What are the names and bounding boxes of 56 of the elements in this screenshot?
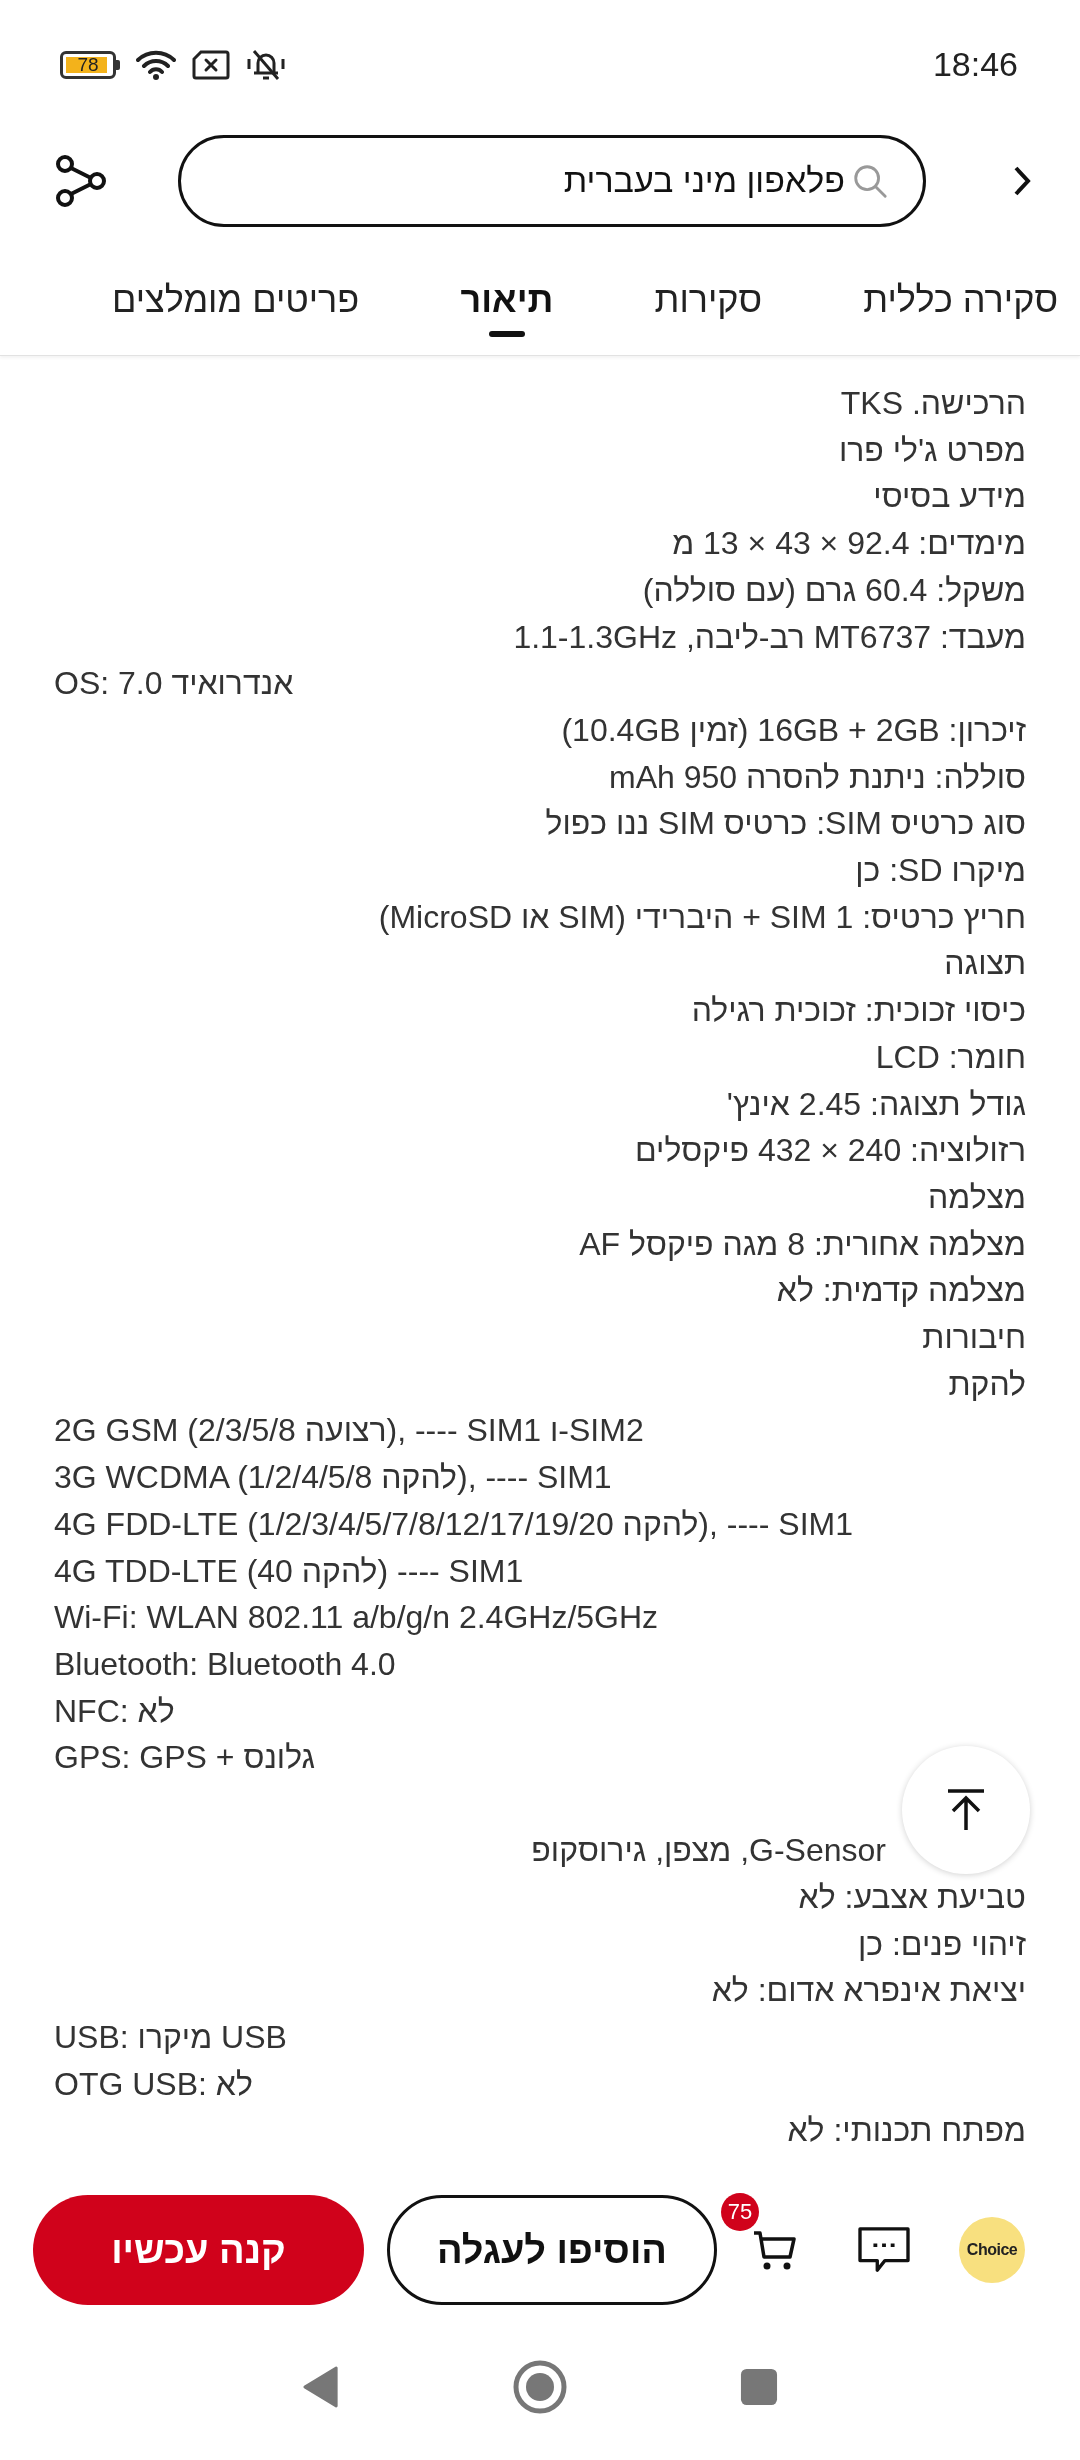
spec-line: מפרט ג'לי פרו [838,431,1026,468]
cart-icon[interactable] [752,2229,798,2271]
choice-badge[interactable]: Choice [959,2217,1025,2283]
share-icon[interactable] [54,153,108,208]
spec-line: מפתח תכנותי: לא [787,2112,1026,2149]
wifi-icon [136,48,176,81]
battery-level: 78 [77,55,99,74]
spec-line: רזולוציה: 240 × 432 פיקסלים [635,1132,1026,1169]
spec-line: 4G TDD-LTE (40 להקה) ---- SIM1 [54,1552,524,1589]
spec-line: הרכישה. TKS [840,385,1026,421]
spec-line: 3G WCDMA (1/2/4/5/8 להקה), ---- SIM1 [54,1459,612,1496]
spec-line: מעבד: MT6737 רב-ליבה, 1.1-1.3GHz [513,618,1026,655]
spec-line: זיכרון: 16GB + 2GB (זמין 10.4GB) [561,711,1026,748]
spec-line: Bluetooth: Bluetooth 4.0 [54,1646,396,1682]
spec-line: מצלמה קדמית: לא [776,1272,1026,1309]
spec-line: GPS: GPS + גלונס [54,1739,315,1776]
spec-line: 4G FDD-LTE (1/2/3/4/5/7/8/12/17/19/20 להקה), ---- SIM1 [54,1505,853,1542]
spec-line: להקת [948,1365,1026,1402]
spec-line: מצלמה [928,1178,1026,1215]
spec-line: יציאת אינפרא אדום: לא [711,1972,1026,2009]
spec-line: משקל: 60.4 גרם (עם סוללה) [642,571,1026,608]
spec-line: סוג כרטיס SIM: כרטיס SIM ננו כפול [545,805,1026,842]
spec-line: USB: מיקרו USB [54,2018,287,2055]
spec-line: גודל תצוגה: 2.45 אינץ' [726,1085,1026,1122]
spec-line: G-Sensor, מצפן, גירוסקופ [531,1832,886,1869]
back-icon[interactable] [302,2364,340,2410]
chat-icon[interactable] [856,2226,912,2274]
add-to-cart-button[interactable]: הוסיפו לעגלה [387,2195,717,2305]
tab[interactable]: סקירה כללית [863,278,1058,337]
spec-line: חומר: LCD [875,1038,1026,1075]
cart-count-badge: 75 [721,2193,759,2231]
spec-line: כיסוי זכוכית: זכוכית רגילה [691,992,1026,1029]
spec-line: NFC: לא [54,1692,175,1729]
spec-line: OS: 7.0 אנדרואיד [54,665,294,702]
spec-line: OTG USB: לא [54,2065,253,2102]
tab[interactable]: תיאור [460,278,554,337]
spec-line: מיקרו SD: כן [855,852,1026,889]
spec-line: חריץ כרטיס: 1 SIM + היברידי (SIM או MicroSD) [378,898,1026,935]
sim-error-icon [192,49,230,80]
search-field[interactable]: פלאפון מיני בעברית [178,134,926,227]
spec-line: טביעת אצבע: לא [798,1878,1026,1915]
spec-line: תצוגה [944,945,1026,982]
clock-time: 18:46 [932,45,1018,84]
spec-line: סוללה: ניתנת להסרה 950 mAh [609,758,1026,795]
tab[interactable]: פריטים מומלצים [112,278,360,337]
spec-line: מצלמה אחורית: 8 מגה פיקסל AF [579,1225,1026,1262]
spec-line: Wi-Fi: WLAN 802.11 a/b/g/n 2.4GHz/5GHz [54,1599,659,1636]
spec-line: מימדים: 92.4 × 43 × 13 מ [672,525,1026,562]
spec-line: מידע בסיסי [873,478,1026,515]
spec-line: חיבורות [922,1319,1026,1356]
spec-line: זיהוי פנים: כן [857,1925,1026,1962]
buy-now-button[interactable]: קנה עכשיו [33,2195,364,2305]
home-icon[interactable] [512,2359,568,2415]
spec-line: 2G GSM (2/3/5/8 רצועה), ---- SIM1 ו-SIM2 [54,1412,644,1449]
tab[interactable]: סקירות [654,278,763,337]
recents-icon[interactable] [740,2368,778,2406]
